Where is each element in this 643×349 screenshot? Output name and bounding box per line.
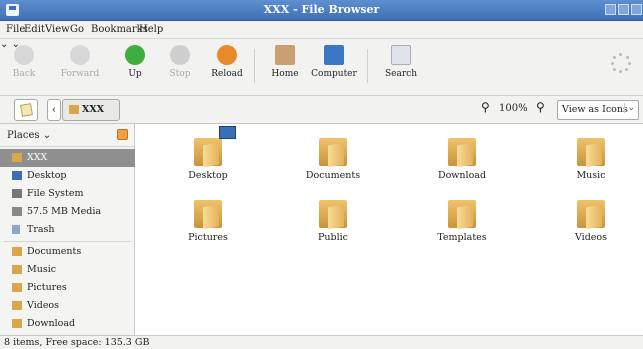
close-sidebar-icon[interactable] xyxy=(117,129,128,140)
menu-go[interactable]: Go xyxy=(70,24,84,35)
title-bar: XXX - File Browser xyxy=(0,0,643,21)
throbber-icon xyxy=(611,53,631,73)
folder-icon xyxy=(577,198,605,230)
sidebar-item-media[interactable]: 57.5 MB Media xyxy=(0,203,135,221)
status-text: 8 items, Free space: 135.3 GB xyxy=(4,337,150,348)
trash-icon xyxy=(12,225,20,234)
folder-icon xyxy=(12,247,22,256)
folder-icon xyxy=(12,283,22,292)
menu-edit[interactable]: Edit xyxy=(24,24,45,35)
file-videos[interactable]: Videos xyxy=(551,198,631,243)
sidebar-item-videos[interactable]: Videos xyxy=(0,297,135,315)
stop-icon xyxy=(170,45,190,65)
view-mode-select[interactable]: View as Icons ⌄ xyxy=(557,100,639,120)
folder-icon xyxy=(12,301,22,310)
drive-icon xyxy=(12,189,22,198)
up-arrow-icon xyxy=(125,45,145,65)
home-icon xyxy=(275,45,295,65)
zoom-out-icon[interactable]: ⚲ xyxy=(481,100,490,114)
sidebar-header: Places ⌄ xyxy=(0,124,135,147)
back-button[interactable]: Back xyxy=(4,45,44,79)
folder-icon xyxy=(319,136,347,168)
home-folder-icon xyxy=(12,153,22,162)
sidebar-item-music[interactable]: Music xyxy=(0,261,135,279)
zoom-in-icon[interactable]: ⚲ xyxy=(536,100,545,114)
toggle-location-button[interactable] xyxy=(14,99,38,121)
file-desktop[interactable]: Desktop xyxy=(168,126,248,181)
computer-button[interactable]: Computer xyxy=(309,45,359,79)
sidebar-item-desktop[interactable]: Desktop xyxy=(0,167,135,185)
forward-button[interactable]: Forward xyxy=(60,45,100,79)
reload-icon xyxy=(217,45,237,65)
back-arrow-icon xyxy=(14,45,34,65)
sidebar-item-file-system[interactable]: File System xyxy=(0,185,135,203)
breadcrumb-xxx[interactable]: XXX xyxy=(62,99,120,121)
desktop-icon xyxy=(12,171,22,180)
sidebar: Places ⌄ XXX Desktop File System 57.5 MB… xyxy=(0,124,135,335)
menu-bar: File Edit View Go Bookmarks Help xyxy=(0,21,643,39)
file-pictures[interactable]: Pictures xyxy=(168,198,248,243)
folder-icon xyxy=(194,126,236,168)
forward-arrow-icon xyxy=(70,45,90,65)
home-folder-icon xyxy=(69,105,79,114)
sidebar-item-documents[interactable]: Documents xyxy=(0,243,135,261)
icon-view[interactable]: Desktop Documents Download Music Picture… xyxy=(136,124,643,335)
home-button[interactable]: Home xyxy=(265,45,305,79)
reload-button[interactable]: Reload xyxy=(207,45,247,79)
folder-icon xyxy=(12,319,22,328)
file-documents[interactable]: Documents xyxy=(293,136,373,181)
sidebar-item-xxx[interactable]: XXX xyxy=(0,149,135,167)
toolbar-separator xyxy=(254,49,255,83)
folder-icon xyxy=(194,198,222,230)
edit-location-icon xyxy=(20,103,33,117)
stop-button[interactable]: Stop xyxy=(160,45,200,79)
search-icon xyxy=(391,45,411,65)
folder-icon xyxy=(12,265,22,274)
window-title: XXX - File Browser xyxy=(263,3,380,16)
menu-view[interactable]: View xyxy=(45,24,70,35)
path-scroll-left-button[interactable]: ‹ xyxy=(47,99,61,121)
chevron-down-icon: ⌄ xyxy=(624,103,635,113)
toolbar: Back ⌄ Forward ⌄ Up Stop Reload Home Com… xyxy=(0,39,643,96)
folder-icon xyxy=(319,198,347,230)
drive-icon xyxy=(12,207,22,216)
places-dropdown[interactable]: Places ⌄ xyxy=(7,130,51,141)
file-music[interactable]: Music xyxy=(551,136,631,181)
desktop-emblem-icon xyxy=(219,126,236,139)
file-download[interactable]: Download xyxy=(422,136,502,181)
minimize-button[interactable] xyxy=(605,4,616,15)
menu-help[interactable]: Help xyxy=(139,24,163,35)
menu-file[interactable]: File xyxy=(6,24,25,35)
folder-icon xyxy=(448,198,476,230)
up-button[interactable]: Up xyxy=(115,45,155,79)
computer-icon xyxy=(324,45,344,65)
close-button[interactable] xyxy=(631,4,642,15)
location-bar: ‹ XXX ⚲ 100% ⚲ View as Icons ⌄ xyxy=(0,96,643,124)
zoom-level[interactable]: 100% xyxy=(499,103,528,114)
status-bar: 8 items, Free space: 135.3 GB xyxy=(0,335,643,349)
search-button[interactable]: Search xyxy=(378,45,424,79)
sidebar-item-download[interactable]: Download xyxy=(0,315,135,333)
folder-icon xyxy=(448,136,476,168)
file-templates[interactable]: Templates xyxy=(422,198,502,243)
sidebar-item-trash[interactable]: Trash xyxy=(0,221,135,239)
sidebar-item-pictures[interactable]: Pictures xyxy=(0,279,135,297)
maximize-button[interactable] xyxy=(618,4,629,15)
sidebar-separator xyxy=(4,241,131,242)
folder-icon xyxy=(577,136,605,168)
toolbar-separator xyxy=(367,49,368,83)
file-public[interactable]: Public xyxy=(293,198,373,243)
